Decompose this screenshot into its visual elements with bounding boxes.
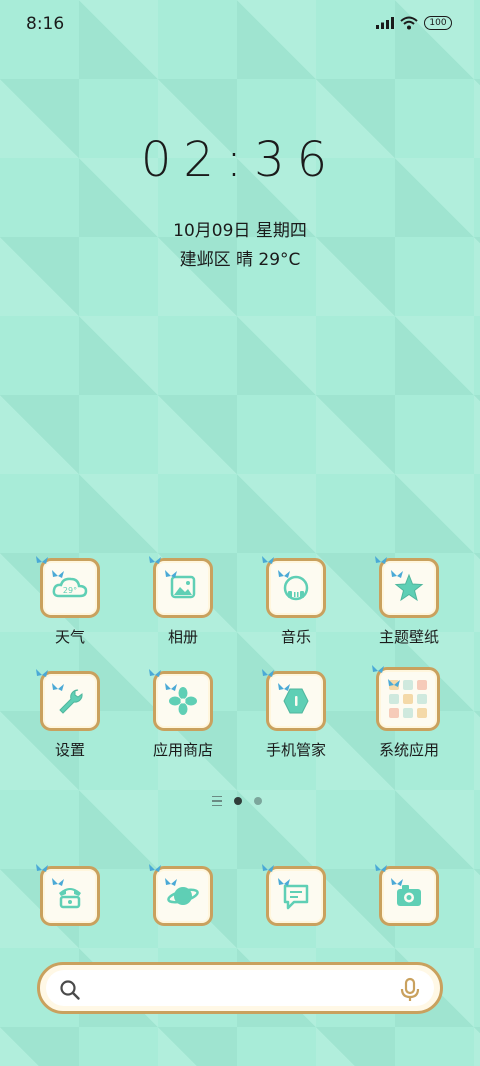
butterfly-icon [375, 556, 387, 564]
butterfly-icon [165, 878, 177, 886]
status-icons: 100 [376, 16, 452, 30]
app-icon-frame [149, 556, 213, 618]
status-bar: 8:16 100 [0, 0, 480, 46]
page-dot[interactable] [254, 797, 262, 805]
app-label: 应用商店 [152, 741, 213, 759]
app-label: 相册 [167, 628, 198, 646]
app-label: 系统应用 [378, 741, 439, 759]
status-time: 8:16 [26, 14, 65, 34]
butterfly-icon [391, 570, 403, 578]
app-icon-frame: 29° [36, 556, 100, 618]
butterfly-icon [36, 864, 48, 872]
butterfly-icon [165, 683, 177, 691]
clock-widget[interactable]: 02:36 [0, 132, 480, 188]
butterfly-icon [278, 878, 290, 886]
dock-phone[interactable] [20, 864, 120, 926]
app-icon-frame [375, 556, 439, 618]
butterfly-icon [149, 556, 161, 564]
butterfly-icon [149, 669, 161, 677]
app-label: 手机管家 [265, 741, 326, 759]
app-theme[interactable]: 主题壁纸 [359, 556, 459, 658]
app-icon-frame [149, 669, 213, 731]
butterfly-icon [391, 878, 403, 886]
pager-menu-icon[interactable] [212, 796, 222, 806]
app-folder-system[interactable]: 系统应用 [359, 665, 459, 771]
battery-indicator: 100 [424, 16, 452, 30]
butterfly-icon [149, 864, 161, 872]
butterfly-icon [262, 864, 274, 872]
app-icon-frame [149, 864, 213, 926]
date-text: 10月09日 星期四 [173, 221, 307, 241]
butterfly-icon [278, 683, 290, 691]
wifi-icon [400, 16, 418, 30]
dock-messages[interactable] [246, 864, 346, 926]
search-field[interactable] [46, 970, 434, 1006]
app-label: 主题壁纸 [378, 628, 439, 646]
dock-browser[interactable] [133, 864, 233, 926]
microphone-icon[interactable] [398, 977, 422, 1003]
signal-icon [376, 17, 394, 29]
app-icon-frame [262, 556, 326, 618]
app-gallery[interactable]: 相册 [133, 556, 233, 658]
app-icon-frame [36, 669, 100, 731]
folder-frame [372, 665, 440, 731]
butterfly-icon [262, 556, 274, 564]
butterfly-icon [262, 669, 274, 677]
butterfly-icon [278, 570, 290, 578]
weather-text: 建邺区 晴 29°C [179, 250, 301, 270]
page-indicator[interactable] [212, 796, 262, 806]
app-label: 天气 [54, 628, 85, 646]
app-icon-frame [36, 864, 100, 926]
weather-badge: 29° [63, 586, 77, 595]
butterfly-icon [52, 683, 64, 691]
butterfly-icon [165, 570, 177, 578]
app-store[interactable]: 应用商店 [133, 669, 233, 771]
butterfly-icon [52, 570, 64, 578]
search-icon[interactable] [58, 978, 82, 1002]
app-music[interactable]: 音乐 [246, 556, 346, 658]
search-bar[interactable] [37, 962, 443, 1014]
butterfly-icon [36, 669, 48, 677]
app-label: 音乐 [280, 628, 311, 646]
app-weather[interactable]: 29° 天气 [20, 556, 120, 658]
app-label: 设置 [54, 741, 85, 759]
butterfly-icon [52, 878, 64, 886]
app-icon-frame [375, 864, 439, 926]
dock-camera[interactable] [359, 864, 459, 926]
app-icon-frame [262, 864, 326, 926]
butterfly-icon [36, 556, 48, 564]
app-settings[interactable]: 设置 [20, 669, 120, 771]
app-icon-frame [262, 669, 326, 731]
butterfly-icon [388, 679, 400, 687]
page-dot-active[interactable] [234, 797, 242, 805]
butterfly-icon [375, 864, 387, 872]
butterfly-icon [372, 665, 384, 673]
app-security[interactable]: 手机管家 [246, 669, 346, 771]
